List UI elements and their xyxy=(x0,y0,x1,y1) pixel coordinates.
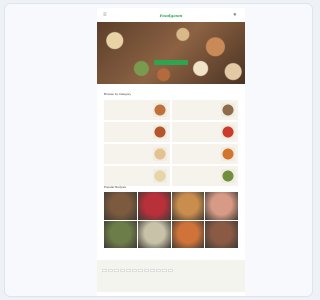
site-logo[interactable]: Foodgasm xyxy=(160,13,183,18)
category-card[interactable] xyxy=(104,144,170,164)
category-image xyxy=(221,147,235,161)
browser-frame: ≡ Foodgasm ● Browse by Category Popular … xyxy=(4,3,313,297)
category-card[interactable] xyxy=(172,122,238,142)
web-page: ≡ Foodgasm ● Browse by Category Popular … xyxy=(97,8,245,296)
recipe-card[interactable] xyxy=(104,192,137,220)
category-card[interactable] xyxy=(104,166,170,186)
category-image xyxy=(221,169,235,183)
tag-chip[interactable] xyxy=(162,269,167,273)
category-image xyxy=(221,125,235,139)
tag-chip[interactable] xyxy=(114,269,119,273)
tag-chip[interactable] xyxy=(156,269,161,273)
category-image xyxy=(153,147,167,161)
tag-chip[interactable] xyxy=(132,269,137,273)
popular-title: Popular Recipes xyxy=(104,185,127,189)
category-card[interactable] xyxy=(104,100,170,120)
tag-chip[interactable] xyxy=(138,269,143,273)
user-icon[interactable]: ● xyxy=(233,12,239,18)
category-image xyxy=(153,103,167,117)
category-card[interactable] xyxy=(172,144,238,164)
category-image xyxy=(153,125,167,139)
category-grid xyxy=(104,100,238,186)
tag-chip[interactable] xyxy=(168,269,173,273)
recipe-card[interactable] xyxy=(205,192,238,220)
category-card[interactable] xyxy=(172,166,238,186)
hero-cta-button[interactable] xyxy=(154,60,188,65)
tag-chip[interactable] xyxy=(102,269,107,273)
top-bar: ≡ Foodgasm ● xyxy=(97,8,245,22)
tag-chip[interactable] xyxy=(150,269,155,273)
category-card[interactable] xyxy=(104,122,170,142)
recipe-card[interactable] xyxy=(171,192,205,220)
menu-icon[interactable]: ≡ xyxy=(103,12,109,18)
tag-list xyxy=(102,269,240,273)
category-image xyxy=(153,169,167,183)
category-image xyxy=(221,103,235,117)
tag-chip[interactable] xyxy=(126,269,131,273)
tag-chip[interactable] xyxy=(108,269,113,273)
categories-title: Browse by Category xyxy=(104,92,132,96)
recipe-card[interactable] xyxy=(137,220,171,248)
popular-grid xyxy=(104,192,238,248)
hero-banner xyxy=(97,22,245,84)
recipe-card[interactable] xyxy=(205,220,238,248)
recipe-card[interactable] xyxy=(104,220,137,248)
recipe-card[interactable] xyxy=(137,192,171,220)
tags-section xyxy=(97,260,245,292)
tag-chip[interactable] xyxy=(144,269,149,273)
tag-chip[interactable] xyxy=(120,269,125,273)
category-card[interactable] xyxy=(172,100,238,120)
recipe-card[interactable] xyxy=(171,220,205,248)
